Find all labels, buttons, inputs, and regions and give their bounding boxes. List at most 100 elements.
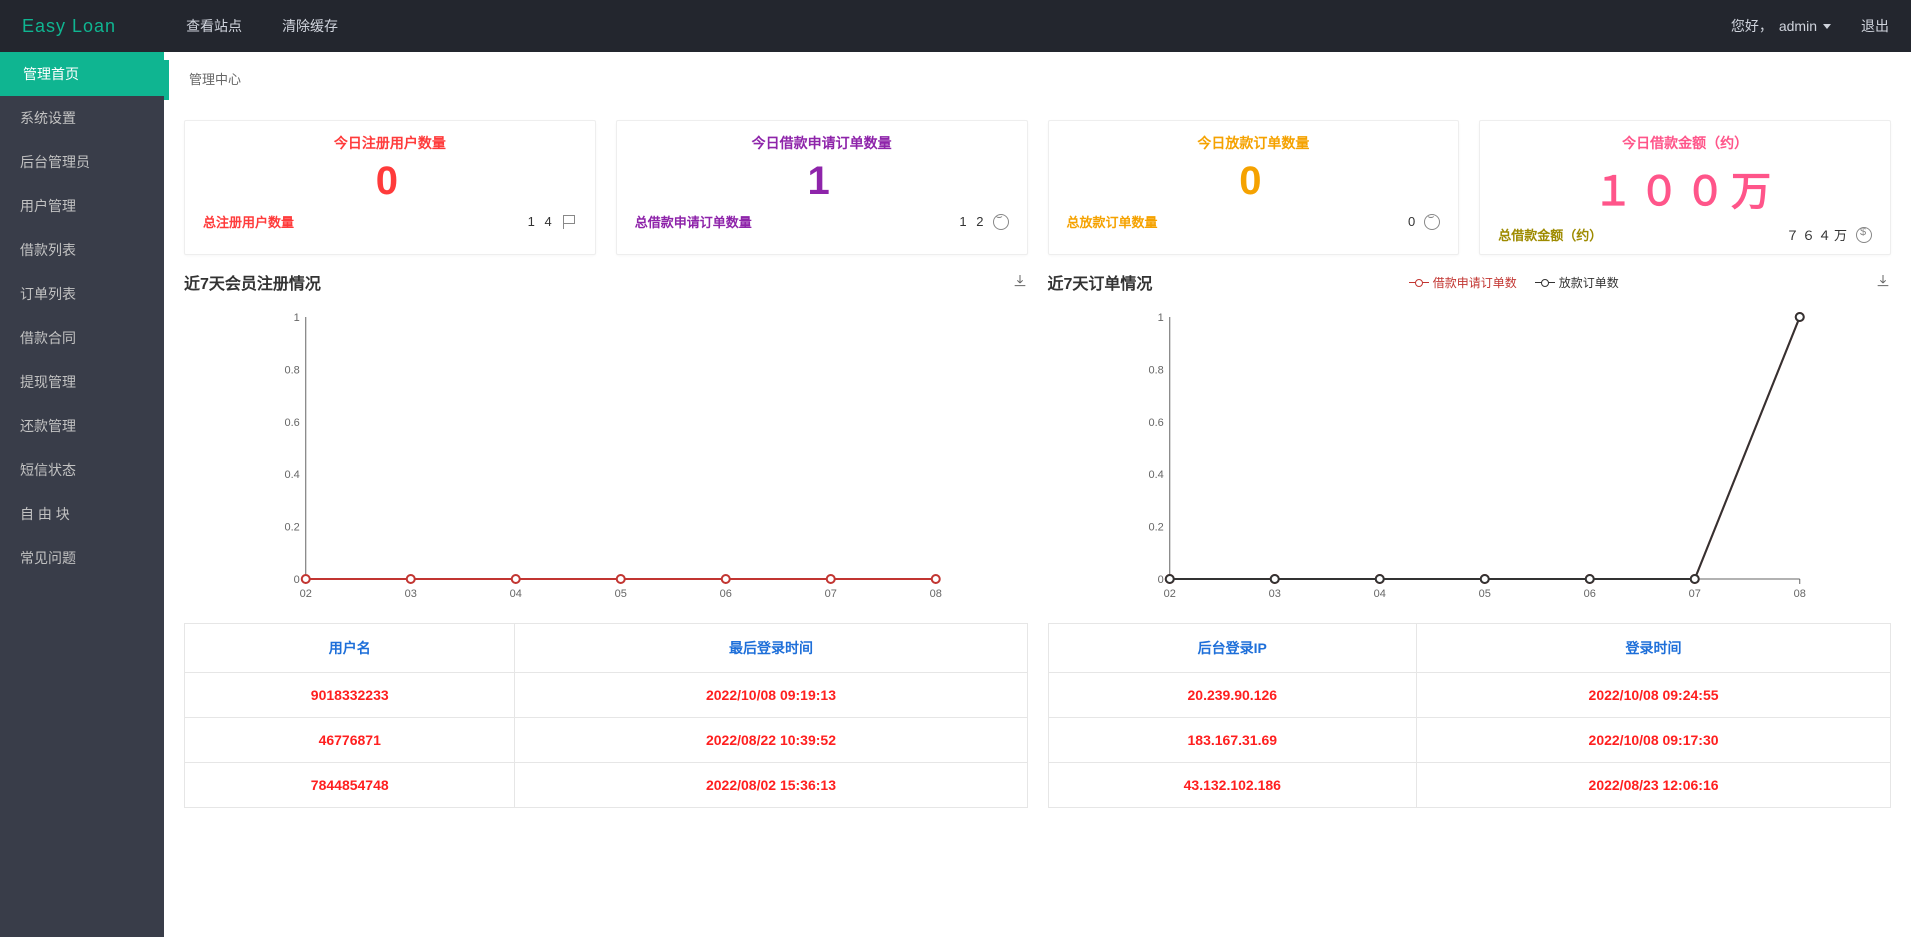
charts-row: 近7天会员注册情况 00.20.40.60.8102030405060708 近… [164, 255, 1911, 607]
svg-text:0.8: 0.8 [1148, 364, 1163, 376]
table-header: 最后登录时间 [515, 624, 1027, 673]
download-icon[interactable] [1875, 273, 1891, 292]
legend-loan-release[interactable]: 放款订单数 [1535, 274, 1619, 291]
topbar: Easy Loan 查看站点 清除缓存 您好， admin 退出 [0, 0, 1911, 52]
user-name: admin [1779, 18, 1817, 34]
chart-b-svg: 00.20.40.60.8102030405060708 [1048, 307, 1892, 607]
card-value: 0 [1067, 159, 1441, 204]
sidebar-item-9[interactable]: 短信状态 [0, 448, 164, 492]
svg-text:1: 1 [1157, 312, 1163, 324]
card-foot-label: 总放款订单数量 [1067, 212, 1158, 231]
legend-loan-apply[interactable]: 借款申请订单数 [1409, 274, 1517, 291]
svg-text:02: 02 [300, 588, 312, 600]
chart-orders: 近7天订单情况 借款申请订单数 放款订单数 00.20.40.60.810203… [1048, 267, 1892, 607]
svg-text:0.6: 0.6 [1148, 417, 1163, 429]
sidebar-item-11[interactable]: 常见问题 [0, 536, 164, 580]
card-foot-value: ７６４万 [1786, 225, 1872, 244]
svg-text:08: 08 [1793, 588, 1805, 600]
table-cell: 20.239.90.126 [1048, 673, 1417, 718]
tables-row: 用户名最后登录时间90183322332022/10/08 09:19:1346… [164, 607, 1911, 828]
card-title: 今日放款订单数量 [1067, 133, 1441, 153]
sidebar-item-8[interactable]: 还款管理 [0, 404, 164, 448]
svg-text:0.2: 0.2 [1148, 522, 1163, 534]
flag-icon [561, 214, 577, 230]
chart-a-title: 近7天会员注册情况 [184, 270, 321, 294]
svg-text:0.4: 0.4 [1148, 469, 1163, 481]
card-foot-value: 0 [1408, 214, 1440, 230]
dollar-icon [1856, 227, 1872, 243]
legend-label: 借款申请订单数 [1433, 274, 1517, 291]
smile-icon [1424, 214, 1440, 230]
sidebar-item-0[interactable]: 管理首页 [0, 52, 164, 96]
svg-text:1: 1 [294, 312, 300, 324]
svg-text:0.2: 0.2 [284, 522, 299, 534]
svg-text:0: 0 [1157, 574, 1163, 586]
table-row: 78448547482022/08/02 15:36:13 [185, 763, 1028, 808]
card-value: 0 [203, 159, 577, 204]
top-link-clear-cache[interactable]: 清除缓存 [282, 16, 338, 36]
topbar-left: Easy Loan 查看站点 清除缓存 [22, 16, 338, 37]
table-cell: 2022/08/22 10:39:52 [515, 718, 1027, 763]
table-cell: 43.132.102.186 [1048, 763, 1417, 808]
card-title: 今日注册用户数量 [203, 133, 577, 153]
card-title: 今日借款金额（约） [1498, 133, 1872, 153]
svg-text:06: 06 [1583, 588, 1595, 600]
card-foot-label: 总借款申请订单数量 [635, 212, 752, 231]
table-row: 467768712022/08/22 10:39:52 [185, 718, 1028, 763]
stat-card-1: 今日借款申请订单数量1总借款申请订单数量1 2 [616, 120, 1028, 255]
sidebar-item-2[interactable]: 后台管理员 [0, 140, 164, 184]
sidebar-item-6[interactable]: 借款合同 [0, 316, 164, 360]
sidebar-item-5[interactable]: 订单列表 [0, 272, 164, 316]
svg-text:04: 04 [510, 588, 522, 600]
table-login-ips: 后台登录IP登录时间20.239.90.1262022/10/08 09:24:… [1048, 623, 1892, 808]
card-value: 1 [635, 159, 1009, 204]
svg-text:08: 08 [930, 588, 942, 600]
table-row: 20.239.90.1262022/10/08 09:24:55 [1048, 673, 1891, 718]
card-title: 今日借款申请订单数量 [635, 133, 1009, 153]
legend-label: 放款订单数 [1559, 274, 1619, 291]
stat-card-0: 今日注册用户数量 0 总注册用户数量 1 4 [184, 120, 596, 255]
table-cell: 2022/10/08 09:19:13 [515, 673, 1027, 718]
svg-text:03: 03 [405, 588, 417, 600]
table-row: 183.167.31.692022/10/08 09:17:30 [1048, 718, 1891, 763]
svg-text:03: 03 [1268, 588, 1280, 600]
user-dropdown[interactable]: 您好， admin [1731, 16, 1831, 36]
table-row: 90183322332022/10/08 09:19:13 [185, 673, 1028, 718]
card-foot-value: 1 4 [528, 214, 577, 230]
logout-link[interactable]: 退出 [1861, 16, 1889, 36]
stat-card-3: 今日借款金额（约）１００万总借款金额（约）７６４万 [1479, 120, 1891, 255]
topbar-right: 您好， admin 退出 [1731, 16, 1889, 36]
chart-a-svg: 00.20.40.60.8102030405060708 [184, 307, 1028, 607]
table-row: 43.132.102.1862022/08/23 12:06:16 [1048, 763, 1891, 808]
table-cell: 183.167.31.69 [1048, 718, 1417, 763]
svg-text:0: 0 [294, 574, 300, 586]
svg-text:07: 07 [825, 588, 837, 600]
svg-text:06: 06 [720, 588, 732, 600]
svg-text:0.6: 0.6 [284, 417, 299, 429]
svg-text:04: 04 [1373, 588, 1385, 600]
top-link-view-site[interactable]: 查看站点 [186, 16, 242, 36]
table-cell: 9018332233 [185, 673, 515, 718]
table-cell: 2022/10/08 09:17:30 [1417, 718, 1891, 763]
table-header: 后台登录IP [1048, 624, 1417, 673]
smile-icon [993, 214, 1009, 230]
card-foot-label: 总注册用户数量 [203, 212, 294, 231]
brand-logo[interactable]: Easy Loan [22, 16, 116, 37]
sidebar-item-1[interactable]: 系统设置 [0, 96, 164, 140]
table-cell: 2022/10/08 09:24:55 [1417, 673, 1891, 718]
greeting-text: 您好， [1731, 16, 1773, 36]
stat-card-2: 今日放款订单数量 0 总放款订单数量 0 [1048, 120, 1460, 255]
main-content: 管理中心 今日注册用户数量0总注册用户数量1 4 今日借款申请订单数量1总借款申… [164, 52, 1911, 937]
sidebar: 管理首页系统设置后台管理员用户管理借款列表订单列表借款合同提现管理还款管理短信状… [0, 52, 164, 937]
sidebar-item-3[interactable]: 用户管理 [0, 184, 164, 228]
top-links: 查看站点 清除缓存 [186, 16, 338, 36]
sidebar-item-7[interactable]: 提现管理 [0, 360, 164, 404]
table-users: 用户名最后登录时间90183322332022/10/08 09:19:1346… [184, 623, 1028, 808]
download-icon[interactable] [1012, 273, 1028, 292]
sidebar-item-4[interactable]: 借款列表 [0, 228, 164, 272]
table-cell: 46776871 [185, 718, 515, 763]
sidebar-item-10[interactable]: 自 由 块 [0, 492, 164, 536]
svg-text:05: 05 [1478, 588, 1490, 600]
table-cell: 7844854748 [185, 763, 515, 808]
table-cell: 2022/08/23 12:06:16 [1417, 763, 1891, 808]
